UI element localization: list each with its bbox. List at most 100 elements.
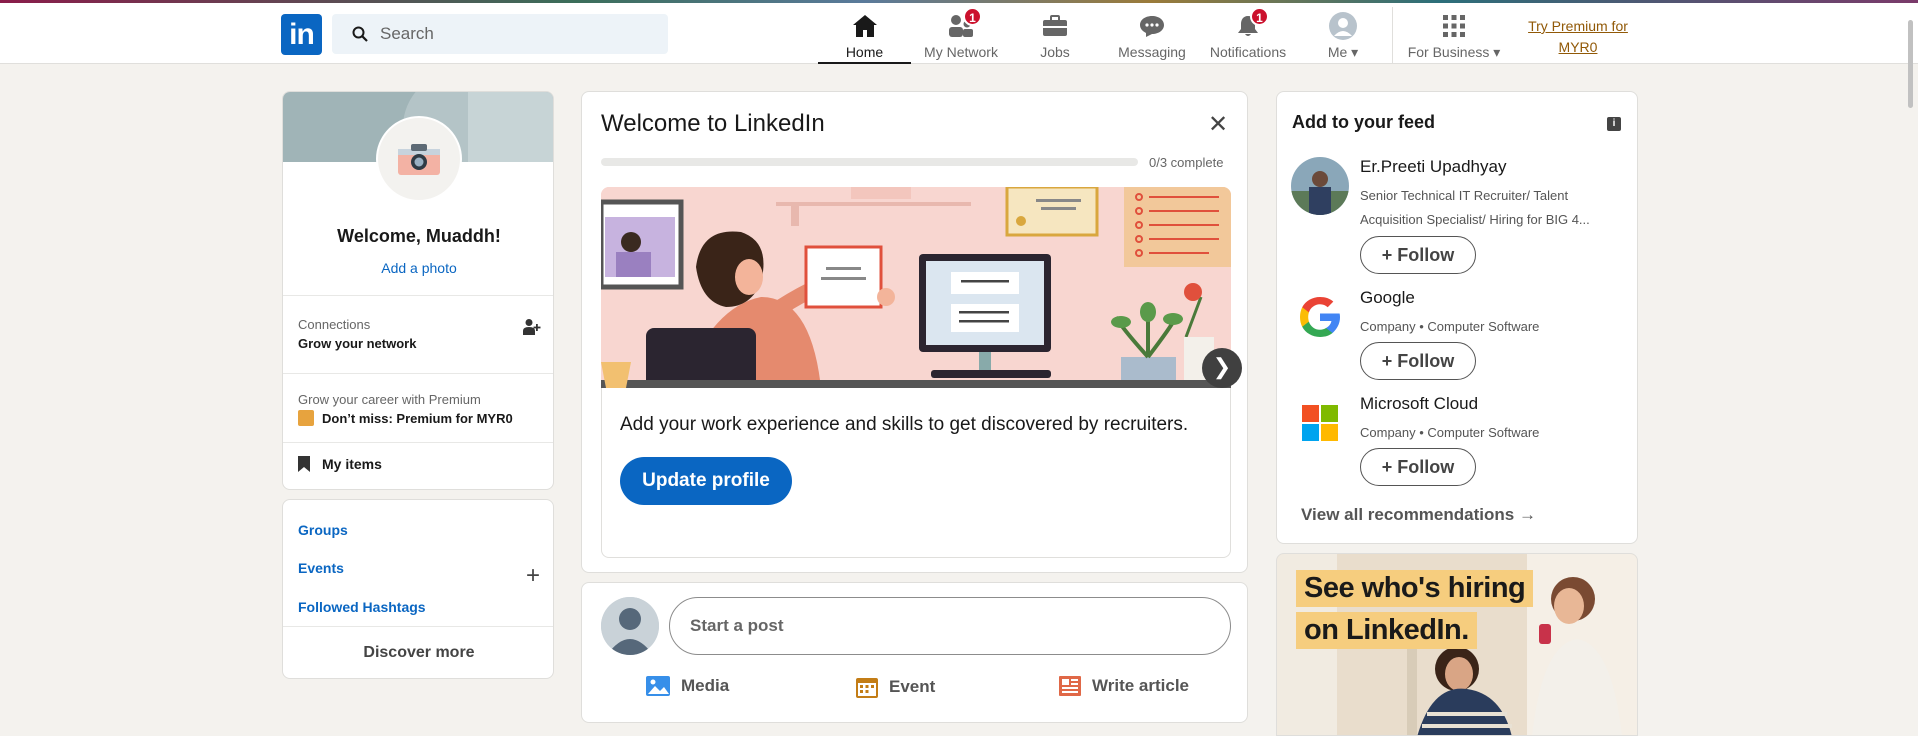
divider xyxy=(283,626,553,627)
welcome-heading: Welcome, Muaddh! xyxy=(337,226,501,246)
camera-icon xyxy=(398,144,440,175)
nav-notifications[interactable]: 1 Notifications xyxy=(1203,6,1293,64)
premium-offer[interactable]: Don’t miss: Premium for MYR0 xyxy=(298,410,513,426)
recommendation-name[interactable]: Google xyxy=(1360,288,1415,308)
add-event-icon[interactable]: + xyxy=(526,562,540,590)
nav-jobs[interactable]: Jobs xyxy=(1011,6,1099,64)
recommendation-desc: Company • Computer Software xyxy=(1360,425,1540,440)
nav-for-business[interactable]: For Business ▾ xyxy=(1400,6,1508,64)
calendar-icon xyxy=(856,678,878,698)
person-avatar[interactable] xyxy=(1291,157,1349,215)
nav-divider xyxy=(1392,7,1393,63)
media-label: Media xyxy=(681,676,730,695)
divider xyxy=(283,295,553,296)
arrow-right-icon: → xyxy=(1518,505,1536,524)
close-icon[interactable]: ✕ xyxy=(1208,110,1228,139)
chevron-down-icon: ▾ xyxy=(1493,44,1501,60)
linkedin-logo[interactable]: in xyxy=(281,14,322,55)
add-to-feed-card: Add to your feed i Er.Preeti Upadhyay Se… xyxy=(1276,91,1638,544)
view-all-recommendations-link[interactable]: View all recommendations → xyxy=(1301,505,1536,525)
recommendation-item: Google Company • Computer Software + Fol… xyxy=(1291,288,1631,380)
global-nav: in Search Home 1 My Network Jobs Messagi… xyxy=(0,3,1918,64)
welcome-card-title: Welcome to LinkedIn xyxy=(601,110,825,137)
nav-messaging[interactable]: Messaging xyxy=(1104,6,1200,64)
notifications-badge: 1 xyxy=(1250,7,1269,26)
follow-button[interactable]: + Follow xyxy=(1360,236,1476,274)
chevron-down-icon: ▾ xyxy=(1351,44,1359,60)
google-logo[interactable] xyxy=(1291,288,1349,346)
premium-offer-text: Don’t miss: Premium for MYR0 xyxy=(322,410,513,426)
nav-home[interactable]: Home xyxy=(818,6,911,64)
bookmark-icon xyxy=(298,456,310,472)
nav-jobs-label: Jobs xyxy=(1040,44,1070,60)
try-premium-link[interactable]: Try Premium for MYR0 xyxy=(1516,16,1640,58)
network-badge: 1 xyxy=(963,7,982,26)
share-box: Start a post Media Event Write article xyxy=(581,582,1248,723)
my-items-link[interactable]: My items xyxy=(298,456,382,472)
community-card: Groups Events + Followed Hashtags Discov… xyxy=(282,499,554,679)
add-photo-link[interactable]: Add a photo xyxy=(283,260,553,276)
event-label: Event xyxy=(889,677,936,696)
update-profile-button[interactable]: Update profile xyxy=(620,457,792,505)
write-article-button[interactable]: Write article xyxy=(1058,675,1189,697)
media-button[interactable]: Media xyxy=(645,675,729,697)
follow-button[interactable]: + Follow xyxy=(1360,342,1476,380)
nav-notifications-label: Notifications xyxy=(1209,44,1287,60)
events-link[interactable]: Events xyxy=(298,560,344,576)
discover-more-button[interactable]: Discover more xyxy=(283,644,553,662)
recommendation-item: Er.Preeti Upadhyay Senior Technical IT R… xyxy=(1291,157,1631,277)
ad-headline-1: See who's hiring xyxy=(1296,570,1534,607)
hiring-ad[interactable]: See who's hiring on LinkedIn. xyxy=(1276,553,1638,736)
onboarding-illustration xyxy=(601,187,1231,388)
write-article-label: Write article xyxy=(1092,676,1190,695)
info-icon[interactable]: i xyxy=(1607,117,1621,131)
recommendation-desc: Senior Technical IT Recruiter/ Talent Ac… xyxy=(1360,188,1590,227)
nav-home-label: Home xyxy=(845,44,884,60)
nav-messaging-label: Messaging xyxy=(1118,44,1186,60)
feed-card-title: Add to your feed xyxy=(1292,112,1435,132)
nav-me-label: Me xyxy=(1327,44,1348,60)
my-items-label: My items xyxy=(322,456,382,472)
me-avatar-icon xyxy=(1329,12,1357,40)
nav-business-label: For Business xyxy=(1407,44,1490,60)
divider xyxy=(283,442,553,443)
groups-link[interactable]: Groups xyxy=(298,522,348,538)
recommendation-desc: Company • Computer Software xyxy=(1360,319,1540,334)
article-icon xyxy=(1059,676,1081,696)
search-input[interactable]: Search xyxy=(332,14,668,54)
grid-icon xyxy=(1443,15,1465,37)
nav-network-label: My Network xyxy=(924,44,998,60)
ad-headline-2: on LinkedIn. xyxy=(1296,612,1477,649)
briefcase-icon xyxy=(1043,15,1067,36)
followed-hashtags-link[interactable]: Followed Hashtags xyxy=(298,599,426,615)
nav-my-network[interactable]: 1 My Network xyxy=(911,6,1011,64)
search-icon xyxy=(352,26,368,42)
follow-button[interactable]: + Follow xyxy=(1360,448,1476,486)
home-icon xyxy=(852,15,877,37)
nav-me[interactable]: Me ▾ xyxy=(1305,6,1381,64)
user-avatar[interactable] xyxy=(601,597,659,655)
add-person-icon[interactable] xyxy=(523,318,541,336)
search-placeholder: Search xyxy=(380,24,434,43)
welcome-card: Welcome to LinkedIn ✕ 0/3 complete ❯ Add… xyxy=(581,91,1248,573)
recommendation-item: Microsoft Cloud Company • Computer Softw… xyxy=(1291,394,1631,486)
messaging-icon xyxy=(1140,16,1164,37)
connections-label[interactable]: Connections xyxy=(298,317,370,332)
progress-text: 0/3 complete xyxy=(1149,155,1224,170)
onboarding-progress-bar xyxy=(601,158,1138,166)
microsoft-logo[interactable] xyxy=(1291,394,1349,452)
profile-card: Welcome, Muaddh! Add a photo Connections… xyxy=(282,91,554,490)
image-icon xyxy=(646,676,670,696)
premium-label[interactable]: Grow your career with Premium xyxy=(298,392,481,407)
event-button[interactable]: Event xyxy=(855,675,935,699)
connections-sub[interactable]: Grow your network xyxy=(298,336,416,351)
divider xyxy=(283,373,553,374)
page-scrollbar[interactable] xyxy=(1908,20,1913,108)
onboarding-step-text: Add your work experience and skills to g… xyxy=(620,414,1189,435)
recommendation-name[interactable]: Er.Preeti Upadhyay xyxy=(1360,157,1506,177)
recommendation-name[interactable]: Microsoft Cloud xyxy=(1360,394,1478,414)
carousel-next-button[interactable]: ❯ xyxy=(1202,348,1242,388)
profile-avatar[interactable] xyxy=(376,116,462,202)
premium-icon xyxy=(298,410,314,426)
start-post-input[interactable]: Start a post xyxy=(669,597,1231,655)
